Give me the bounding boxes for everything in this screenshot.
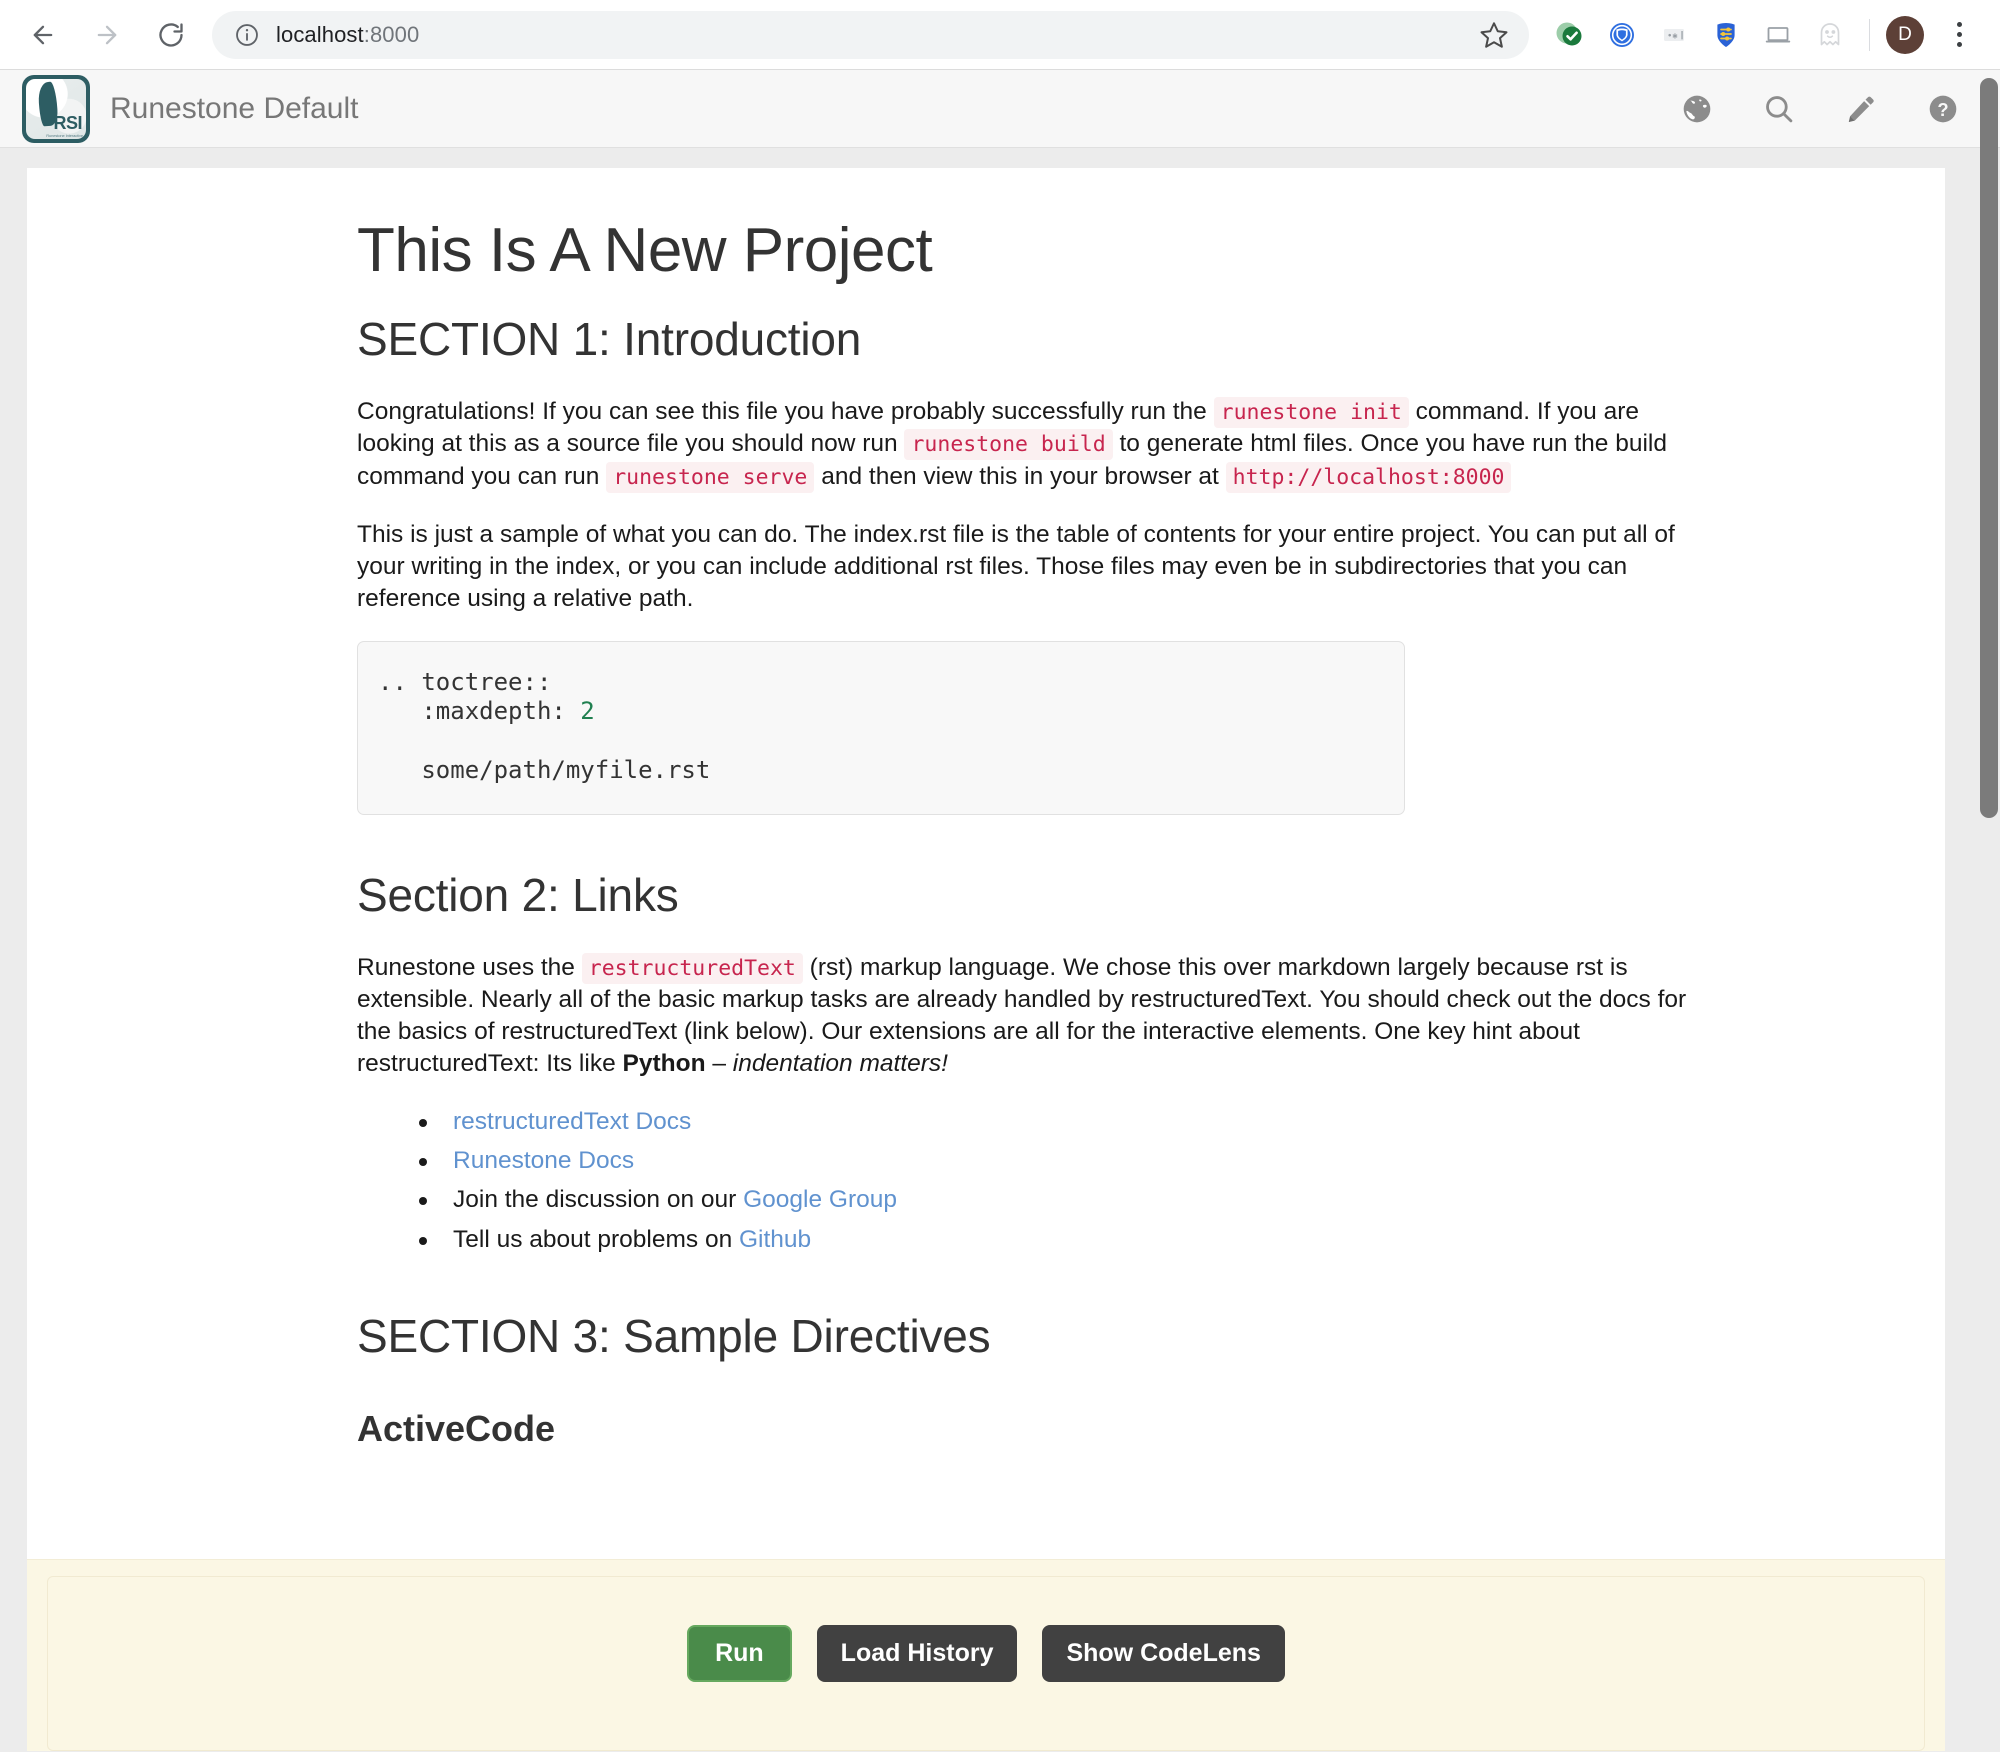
forward-button[interactable] — [84, 12, 130, 58]
toctree-code-block: .. toctree:: :maxdepth: 2 some/path/myfi… — [357, 640, 1405, 815]
logo-text: RSI — [53, 112, 82, 133]
code-restructuredtext: restructuredText — [581, 952, 803, 984]
section-2-heading: Section 2: Links — [357, 868, 679, 921]
list-item: Runestone Docs — [419, 1145, 1717, 1177]
url-host: localhost — [276, 21, 364, 47]
s2-em-indentation: indentation matters! — [732, 1050, 948, 1078]
url-text[interactable]: localhost:8000 — [276, 22, 1469, 48]
document-card: This Is A New Project SECTION 1: Introdu… — [27, 168, 1945, 1751]
run-button[interactable]: Run — [687, 1625, 792, 1682]
activecode-panel: Run Load History Show CodeLens — [27, 1559, 1945, 1751]
back-button[interactable] — [20, 12, 66, 58]
activecode-subheading: ActiveCode — [357, 1408, 556, 1450]
pencil-icon[interactable] — [1844, 92, 1878, 126]
info-circle-icon[interactable] — [234, 22, 260, 48]
link-github[interactable]: Github — [739, 1226, 811, 1253]
section-1-heading: SECTION 1: Introduction — [357, 313, 862, 366]
logo-subtext: Runestone Interactive — [46, 132, 83, 138]
code-runestone-serve: runestone serve — [606, 461, 815, 493]
activecode-buttons: Run Load History Show CodeLens — [48, 1625, 1924, 1682]
green-check-extension-icon[interactable] — [1547, 12, 1593, 58]
code-line-1: .. toctree:: — [378, 667, 552, 696]
star-icon[interactable] — [1469, 20, 1509, 50]
address-bar[interactable]: localhost:8000 — [212, 10, 1529, 59]
svg-text:•✱: •✱ — [1667, 31, 1678, 41]
blue-shield-sliders-extension-icon[interactable] — [1703, 12, 1749, 58]
brand[interactable]: RSI Runestone Interactive Runestone Defa… — [22, 74, 359, 143]
page-title: This Is A New Project — [357, 216, 933, 285]
runestone-logo-icon[interactable]: RSI Runestone Interactive — [22, 74, 90, 143]
section-3-heading: SECTION 3: Sample Directives — [357, 1309, 991, 1362]
scrollbar-thumb[interactable] — [1980, 78, 1998, 818]
activecode-inner: Run Load History Show CodeLens — [47, 1576, 1925, 1751]
show-codelens-button[interactable]: Show CodeLens — [1042, 1625, 1285, 1682]
url-port: :8000 — [363, 21, 420, 47]
code-line-4: some/path/myfile.rst — [378, 756, 711, 785]
blue-shield-extension-icon[interactable] — [1599, 12, 1645, 58]
section-1-paragraph-2: This is just a sample of what you can do… — [357, 520, 1675, 612]
s2-text-c: – — [705, 1050, 733, 1078]
ghost-extension-icon[interactable] — [1807, 12, 1853, 58]
toctree-code-text: .. toctree:: :maxdepth: 2 some/path/myfi… — [378, 668, 1374, 786]
p1-text-d: and then view this in your browser at — [814, 462, 1226, 490]
load-history-button[interactable]: Load History — [816, 1625, 1018, 1682]
code-localhost-url: http://localhost:8000 — [1225, 461, 1512, 493]
link-google-group[interactable]: Google Group — [743, 1186, 897, 1213]
page-viewport: RSI Runestone Interactive Runestone Defa… — [0, 70, 2000, 1752]
list-item: Join the discussion on our Google Group — [419, 1184, 1717, 1216]
code-runestone-init: runestone init — [1213, 397, 1409, 429]
s2-text-a: Runestone uses the — [357, 953, 582, 981]
reload-button[interactable] — [148, 12, 194, 58]
document-body: This Is A New Project SECTION 1: Introdu… — [27, 168, 1717, 1450]
p1-text-a: Congratulations! If you can see this fil… — [357, 398, 1214, 426]
svg-text:?: ? — [1937, 99, 1948, 120]
navbar-actions: ? — [1680, 92, 1960, 126]
list-item-prefix: Tell us about problems on — [453, 1225, 739, 1253]
navigation-buttons — [20, 12, 212, 58]
laptop-extension-icon[interactable] — [1755, 12, 1801, 58]
code-maxdepth-value: 2 — [580, 697, 595, 726]
code-line-2: :maxdepth: — [378, 697, 581, 726]
vertical-scrollbar[interactable] — [1978, 70, 2000, 1752]
section-2-paragraph-1: Runestone uses the restructuredText (rst… — [357, 952, 1702, 1080]
link-restructuredtext-docs[interactable]: restructuredText Docs — [453, 1108, 691, 1135]
browser-toolbar: localhost:8000 •✱ D — [0, 0, 2000, 70]
list-item: Tell us about problems on Github — [419, 1224, 1717, 1256]
site-navbar: RSI Runestone Interactive Runestone Defa… — [0, 70, 2000, 148]
links-list: restructuredText Docs Runestone Docs Joi… — [419, 1106, 1717, 1255]
code-runestone-build: runestone build — [904, 429, 1113, 461]
password-field-extension-icon[interactable]: •✱ — [1651, 12, 1697, 58]
list-item: restructuredText Docs — [419, 1106, 1717, 1138]
avatar[interactable]: D — [1886, 15, 1924, 54]
three-dot-menu-icon[interactable] — [1938, 12, 1980, 58]
help-icon[interactable]: ? — [1926, 92, 1960, 126]
toolbar-divider — [1869, 18, 1870, 51]
section-1-paragraph-1: Congratulations! If you can see this fil… — [357, 396, 1702, 493]
extensions-tray: •✱ D — [1547, 12, 1980, 58]
content-wrapper: This Is A New Project SECTION 1: Introdu… — [0, 148, 2000, 1751]
list-item-prefix: Join the discussion on our — [453, 1186, 744, 1214]
globe-icon[interactable] — [1680, 92, 1714, 126]
search-icon[interactable] — [1762, 92, 1796, 126]
site-title: Runestone Default — [110, 91, 359, 125]
link-runestone-docs[interactable]: Runestone Docs — [453, 1147, 634, 1174]
s2-strong-python: Python — [622, 1050, 706, 1078]
